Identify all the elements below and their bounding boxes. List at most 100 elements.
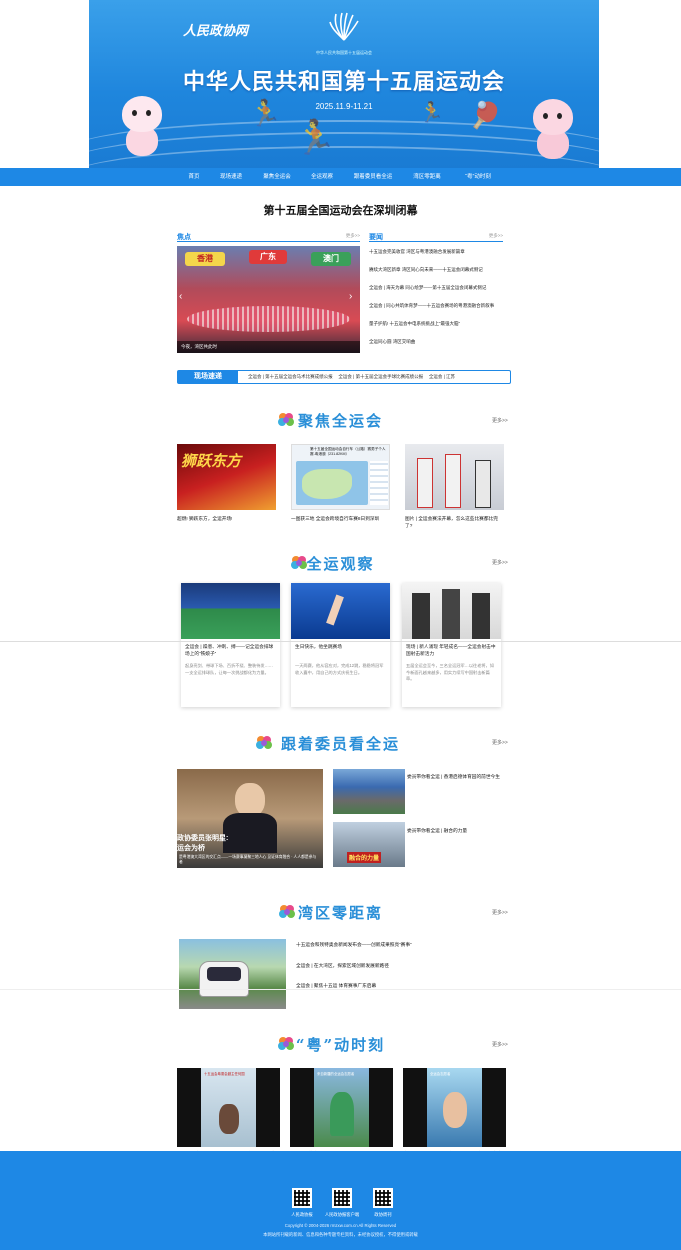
autonomous-vehicle-photo[interactable] xyxy=(179,939,286,1009)
fusion-photo-text: 融合的力量 xyxy=(347,852,382,863)
sign-macau: 澳门 xyxy=(311,252,351,266)
page-headline[interactable]: 第十五届全国运动会在深圳闭幕 xyxy=(0,202,681,218)
yue-more-link[interactable]: 更多>> xyxy=(492,1041,508,1048)
video-frame: 全运会志愿者 xyxy=(427,1068,482,1147)
bay-more-link[interactable]: 更多>> xyxy=(492,909,508,916)
diver-figure xyxy=(326,594,344,626)
news-header: 要闻 更多>> xyxy=(369,232,503,242)
lion-dance-text: 狮跃东方 xyxy=(181,452,242,470)
games-emblem-icon xyxy=(329,12,359,41)
section-title-observe: 全运观察 xyxy=(306,555,375,573)
volleyball-photo xyxy=(181,583,280,639)
video-frame: 来自新疆的全运会志愿者 xyxy=(314,1068,369,1147)
focus-photo[interactable]: 香港 广东 澳门 ‹ › 今夜，湾区共此时 xyxy=(177,246,360,353)
news-item[interactable]: 十五运会完美收官 湾区与粤港澳融合发展新篇章 xyxy=(369,249,465,255)
member-face xyxy=(235,783,265,817)
qr-code-icon[interactable] xyxy=(292,1188,312,1208)
focus-more-link[interactable]: 更多>> xyxy=(346,233,360,239)
athlete-silhouette-icon: 🏃 xyxy=(419,102,444,124)
section-title-yue: “粤”动时刻 xyxy=(295,1036,386,1054)
nav-member[interactable]: 跟着委员看全运 xyxy=(349,168,397,186)
focus-photo-caption: 今夜，湾区共此时 xyxy=(177,341,360,353)
qr-label: 人民政协报客户端 xyxy=(324,1212,360,1217)
sign-guangdong: 广东 xyxy=(249,250,287,264)
scene-ticker-text[interactable]: 全运会 | 第十五届全运会马术比赛成绩公报 全运会 | 第十五届全运会手球比赛成… xyxy=(248,371,455,383)
diving-photo xyxy=(291,583,390,639)
card-title[interactable]: 超燃! 狮跃东方，全运开场! xyxy=(177,515,276,522)
news-list: 十五运会完美收官 湾区与粤港澳融合发展新篇章 赓续大湾区新章 湾区同心向未来——… xyxy=(369,246,503,356)
shooting-photo[interactable] xyxy=(405,444,504,510)
copyright: Copyright © 2004-2026 rmzxw.com.cn All R… xyxy=(284,1223,397,1228)
card-title[interactable]: 图片 | 全运会赛法开幕，怎么这些比赛都比完了? xyxy=(405,515,504,529)
lion-dance-photo[interactable]: 狮跃东方 xyxy=(177,444,276,510)
card-title: 生日快乐，他坐跳赛场 xyxy=(295,644,342,649)
speaker-figure xyxy=(219,1104,239,1134)
stadium-photo[interactable] xyxy=(333,769,405,814)
news-item[interactable]: 量子护航! 十五运会中电系统挑战上“最强大脑” xyxy=(369,321,460,327)
nav-bay[interactable]: 湾区零距离 xyxy=(408,168,446,186)
bay-item[interactable]: 全运会 | 在大湾区，探索区域创新发展新路径 xyxy=(296,962,506,969)
scene-tag[interactable]: 现场速递 xyxy=(178,371,238,383)
news-item[interactable]: 全运会 | 海天为幕 同心绘梦——第十五届全运会闭幕式侧记 xyxy=(369,285,486,291)
member-item[interactable]: 委员带你看全运 | 香港启德体育园的前世今生 xyxy=(407,773,507,780)
emblem-caption: 中华人民共和国第十五届运动会 xyxy=(316,50,372,55)
nav-focus-games[interactable]: 聚焦全运会 xyxy=(258,168,296,186)
nav-yue[interactable]: “粤”动时刻 xyxy=(458,168,498,186)
nav-scene[interactable]: 现场速递 xyxy=(215,168,247,186)
section-title-member: 跟着委员看全运 xyxy=(280,735,400,753)
member-overlay-title: 运会为桥 xyxy=(177,845,205,852)
shooters-photo xyxy=(402,583,501,639)
news-item[interactable]: 赓续大湾区新章 湾区同心向未来——十五运会闭幕式侧记 xyxy=(369,267,483,273)
scene-ticker: 现场速递 全运会 | 第十五届全运会马术比赛成绩公报 全运会 | 第十五届全运会… xyxy=(177,370,511,384)
bay-item[interactable]: 十五运会和残特奥会新闻发布会——创新成果照亮“赛事” xyxy=(296,941,506,948)
card-desc: 一天两赛，他从容应对，完成12跳，稳稳将冠军收入囊中，用自己的方式庆祝生日。 xyxy=(295,663,384,675)
video-frame-text: 十五运会粤委会副主任何国 xyxy=(204,1072,245,1076)
card-desc: 五届全运会至今，三名全运冠军…以往老将，如今新面孔越来越多，用实力续写中国射击新… xyxy=(406,663,494,681)
video-frame-text: 全运会志愿者 xyxy=(430,1072,451,1076)
fusion-photo[interactable]: 融合的力量 xyxy=(333,822,405,867)
card-title[interactable]: 一图获三地 全运会跨境自行车赛8日到深圳 xyxy=(291,515,390,522)
map-legend xyxy=(370,461,388,505)
video-card[interactable]: 十五运会粤委会副主任何国 xyxy=(177,1068,280,1147)
athlete-figure xyxy=(445,454,461,508)
member-item[interactable]: 委员带你看全运 | 融合的力量 xyxy=(407,827,507,834)
news-item[interactable]: 全运同心圆 湾区交响曲 xyxy=(369,339,415,345)
news-more-link[interactable]: 更多>> xyxy=(489,233,503,239)
carousel-next-icon[interactable]: › xyxy=(349,291,352,302)
vehicle-window xyxy=(207,967,241,981)
bay-item[interactable]: 全运会 | 聚焦十五运 体育赛事广东启幕 xyxy=(296,982,506,989)
section-title-bay: 湾区零距离 xyxy=(297,904,383,922)
focus-games-more-link[interactable]: 更多>> xyxy=(492,417,508,424)
member-interview-photo[interactable]: 政协委员张明星: 运会为桥 是粤港澳大湾区的交汇点——一场赛事凝聚三地人心 见证… xyxy=(177,769,323,868)
observe-more-link[interactable]: 更多>> xyxy=(492,559,508,566)
qr-label: 政协周刊 xyxy=(374,1212,392,1217)
athlete-figure xyxy=(412,593,430,639)
carousel-prev-icon[interactable]: ‹ xyxy=(179,291,182,302)
qr-code-icon[interactable] xyxy=(373,1188,393,1208)
observe-card[interactable]: 生日快乐，他坐跳赛场 一天两赛，他从容应对，完成12跳，稳稳将冠军收入囊中，用自… xyxy=(291,583,390,707)
video-card[interactable]: 来自新疆的全运会志愿者 xyxy=(290,1068,393,1147)
athlete-figure xyxy=(417,458,433,508)
member-overlay-title: 政协委员张明星: xyxy=(177,835,229,842)
athlete-figure xyxy=(442,589,460,639)
member-more-link[interactable]: 更多>> xyxy=(492,739,508,746)
video-card[interactable]: 全运会志愿者 xyxy=(403,1068,506,1147)
card-desc: 起身亮剑、带球下场、百折不挠、整装待发……一支全运排球队，让每一次挑战都化为力量… xyxy=(185,663,273,675)
athlete-silhouette-icon: 🏓 xyxy=(469,100,502,130)
header-banner: 人民政协网 中华人民共和国第十五届运动会 中华人民共和国第十五届运动会 2025… xyxy=(89,0,599,168)
nav-observe[interactable]: 全运观察 xyxy=(306,168,338,186)
cycling-route-map[interactable]: 第十五届全国运动会自行车（公路）赛男子个人赛-粤港澳（231.82KM） xyxy=(291,444,390,510)
nav-home[interactable]: 首页 xyxy=(179,168,209,186)
qr-code-icon[interactable] xyxy=(332,1188,352,1208)
brand-logo[interactable]: 人民政协网 xyxy=(183,20,248,39)
sign-hongkong: 香港 xyxy=(185,252,225,266)
video-frame: 十五运会粤委会副主任何国 xyxy=(201,1068,256,1147)
member-photo-caption: 是粤港澳大湾区的交汇点——一场赛事凝聚三地人心 见证体育融合 · 人人都是参与者 xyxy=(179,855,317,864)
focus-label: 焦点 xyxy=(177,234,191,241)
observe-card[interactable]: 全运会 | 躁患、冲刺、搏——记全运会排球场上的“铁娘子” 起身亮剑、带球下场、… xyxy=(181,583,280,707)
athlete-silhouette-icon: 🏃 xyxy=(249,98,282,128)
news-item[interactable]: 全运会 | 同心共筑体育梦——十五运会赛场的粤港澳融合新叙事 xyxy=(369,303,494,309)
news-label: 要闻 xyxy=(369,234,383,241)
athlete-silhouette-icon: 🏃 xyxy=(294,119,337,157)
observe-card[interactable]: 现场 | 新人涌现 年轻成名——全运会射击中国射击新活力 五届全运会至今，三名全… xyxy=(402,583,501,707)
